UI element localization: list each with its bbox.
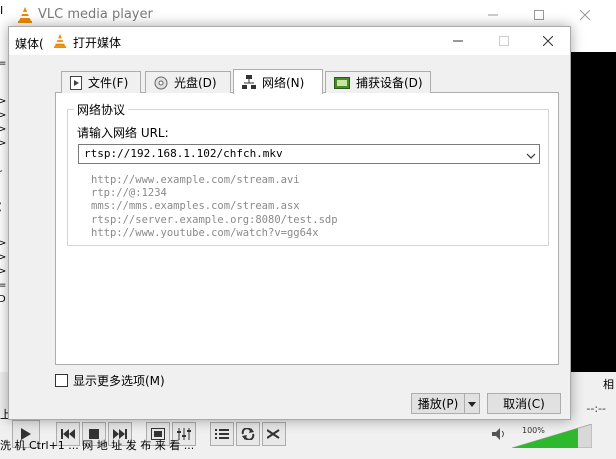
tab-capture-device[interactable]: 捕获设备(D) bbox=[325, 71, 431, 93]
dialog-close-button[interactable] bbox=[525, 27, 571, 55]
strip-char: > bbox=[0, 238, 7, 249]
show-more-options-checkbox[interactable]: 显示更多选项(M) bbox=[55, 372, 165, 389]
strip-char: r bbox=[0, 168, 3, 179]
example-url: http://www.youtube.com/watch?v=gg64x bbox=[91, 226, 319, 239]
strip-char: > bbox=[0, 138, 7, 149]
play-button[interactable]: 播放(P) bbox=[411, 393, 465, 414]
side-char: 相 bbox=[603, 378, 614, 391]
remaining-time: --:-- bbox=[586, 402, 606, 415]
strip-char: > bbox=[0, 252, 7, 263]
example-url: mms://mms.examples.com/stream.asx bbox=[91, 200, 300, 213]
strip-char: > bbox=[0, 110, 7, 121]
open-media-dialog: 媒体( 打开媒体 网络协议 请输入网络 URL: rtsp://192.168.… bbox=[8, 26, 571, 420]
tab-label: 文件(F) bbox=[88, 76, 129, 90]
url-label: 请输入网络 URL: bbox=[77, 126, 169, 140]
file-icon bbox=[70, 75, 82, 90]
dialog-maximize-button bbox=[481, 27, 527, 55]
example-url: rtsp://server.example.org:8080/test.sdp bbox=[91, 213, 338, 226]
example-url: http://www.example.com/stream.avi bbox=[91, 174, 300, 186]
tab-network[interactable]: 网络(N) bbox=[233, 69, 323, 94]
dialog-titlebar: 媒体( 打开媒体 bbox=[9, 27, 570, 55]
tab-file[interactable]: 文件(F) bbox=[61, 71, 141, 93]
shuffle-icon[interactable] bbox=[262, 422, 286, 446]
strip-char: = bbox=[0, 280, 7, 291]
vlc-cone-icon bbox=[53, 33, 67, 52]
example-url: rtp://@:1234 bbox=[91, 187, 167, 200]
tab-disc[interactable]: 光盘(D) bbox=[145, 71, 231, 93]
background-status-text: 洗 机 Ctrl+1 ... 网 地 址 发 布 来 看 ... bbox=[0, 439, 195, 452]
disc-icon bbox=[154, 76, 168, 90]
volume-percent: 100% bbox=[522, 426, 545, 435]
tab-label: 光盘(D) bbox=[174, 76, 217, 90]
network-tab-panel: 网络协议 请输入网络 URL: rtsp://192.168.1.102/chf… bbox=[55, 92, 559, 365]
playlist-icon[interactable] bbox=[210, 422, 234, 446]
strip-char: ( bbox=[0, 202, 2, 213]
url-examples: http://www.example.com/stream.avi rtp://… bbox=[91, 174, 338, 240]
background-text-strip: = > > > > r ( > > > = D l 可 bbox=[0, 52, 9, 389]
tab-label: 捕获设备(D) bbox=[356, 76, 423, 90]
volume-icon[interactable] bbox=[492, 428, 506, 443]
tab-label: 网络(N) bbox=[262, 75, 305, 90]
vlc-window-title: VLC media player bbox=[38, 7, 153, 22]
loop-icon[interactable] bbox=[236, 422, 260, 446]
strip-char: > bbox=[0, 124, 7, 135]
strip-char: > bbox=[0, 266, 7, 277]
strip-char: D bbox=[0, 294, 6, 305]
strip-char: = bbox=[0, 58, 7, 69]
left-edge-text: I bbox=[0, 4, 4, 17]
group-title: 网络协议 bbox=[74, 101, 129, 118]
capture-device-icon bbox=[334, 76, 350, 89]
checkbox[interactable] bbox=[55, 374, 68, 387]
media-menu-fragment: 媒体( bbox=[15, 37, 44, 51]
play-dropdown-button[interactable] bbox=[465, 393, 480, 414]
network-protocol-group: 网络协议 请输入网络 URL: rtsp://192.168.1.102/chf… bbox=[67, 101, 549, 246]
dialog-title: 打开媒体 bbox=[73, 36, 122, 50]
chevron-down-icon[interactable] bbox=[526, 149, 536, 163]
chevron-down-icon[interactable] bbox=[468, 397, 476, 411]
dialog-minimize-button[interactable] bbox=[435, 27, 481, 55]
show-more-options-label[interactable]: 显示更多选项(M) bbox=[73, 372, 165, 389]
network-icon bbox=[242, 75, 256, 89]
url-value[interactable]: rtsp://192.168.1.102/chfch.mkv bbox=[84, 147, 283, 160]
vlc-cone-icon bbox=[17, 6, 33, 27]
strip-char: > bbox=[0, 96, 7, 107]
strip-char: l bbox=[0, 310, 1, 321]
cancel-button[interactable]: 取消(C) bbox=[487, 393, 561, 414]
network-url-input[interactable]: rtsp://192.168.1.102/chfch.mkv bbox=[78, 144, 540, 164]
